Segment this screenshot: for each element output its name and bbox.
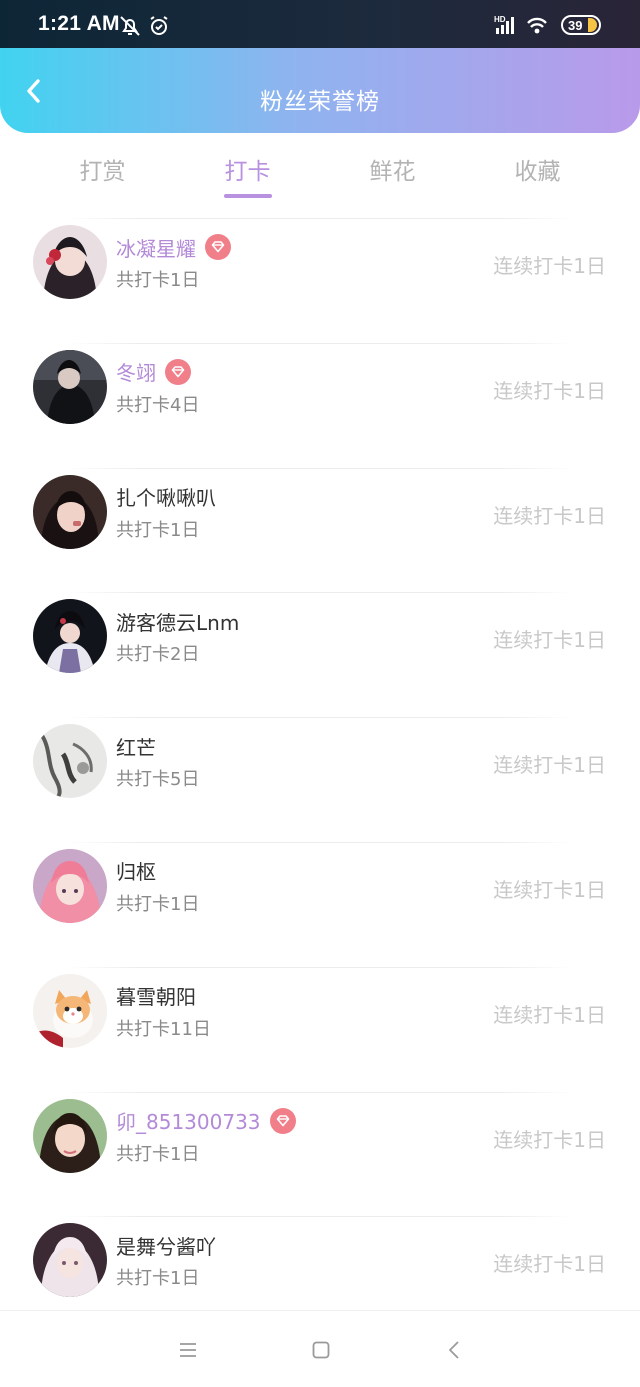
tab-label: 打卡 [224,159,271,185]
streak-text: 连续打卡1日 [493,753,606,778]
diamond-badge-icon [269,1107,296,1134]
tab-favorites[interactable]: 收藏 [465,140,610,204]
name-line: 扎个啾啾叭 [116,482,216,512]
hd-signal-icon: HD 39 [494,15,601,35]
total-checkin-text: 共打卡1日 [116,893,200,915]
divider [64,1216,576,1218]
svg-text:HD: HD [494,15,506,24]
tab-indicator [223,194,272,198]
streak-text: 连续打卡1日 [493,1002,606,1027]
tab-bar: 打赏 打卡 鲜花 收藏 [30,140,610,204]
divider [64,1091,576,1093]
tab-label: 鲜花 [369,159,416,185]
status-right-group: HD 39 [494,13,604,37]
user-name: 游客德云Lnm [116,610,240,635]
list-item[interactable]: 卯_851300733 共打卡1日 连续打卡1日 [0,1084,640,1209]
divider [64,966,576,968]
name-line: 卯_851300733 [116,1106,296,1136]
list-item[interactable]: 暮雪朝阳 共打卡11日 连续打卡1日 [0,959,640,1084]
total-checkin-text: 共打卡11日 [116,1018,211,1040]
total-checkin-text: 共打卡1日 [116,519,200,541]
battery-level: 39 [568,18,582,33]
avatar[interactable] [33,1098,107,1173]
avatar[interactable] [33,474,107,549]
list-item[interactable]: 扎个啾啾叭 共打卡1日 连续打卡1日 [0,460,640,585]
streak-text: 连续打卡1日 [493,877,606,902]
header: 1:21 AM HD 39 粉丝荣誉榜 [0,0,640,133]
avatar[interactable] [33,599,107,674]
tab-flowers[interactable]: 鲜花 [320,140,465,204]
divider [64,717,576,719]
total-checkin-text: 共打卡1日 [116,1268,200,1290]
user-name: 冬翊 [116,361,156,386]
tab-label: 收藏 [514,159,561,185]
user-name: 卯_851300733 [116,1110,261,1135]
avatar[interactable] [33,349,107,424]
streak-text: 连续打卡1日 [493,378,606,403]
streak-text: 连续打卡1日 [493,1252,606,1277]
total-checkin-text: 共打卡2日 [116,644,200,666]
total-checkin-text: 共打卡1日 [116,1143,200,1165]
tab-reward[interactable]: 打赏 [30,140,175,204]
user-name: 暮雪朝阳 [116,985,196,1010]
name-line: 冬翊 [116,357,191,387]
system-nav-bar [0,1310,640,1387]
total-checkin-text: 共打卡4日 [116,394,200,416]
alarm-icon [147,14,171,38]
avatar[interactable] [33,1223,107,1298]
list-item[interactable]: 红芒 共打卡5日 连续打卡1日 [0,709,640,834]
streak-text: 连续打卡1日 [493,1127,606,1152]
user-name: 是舞兮酱吖 [116,1234,216,1259]
divider [64,841,576,843]
page-title: 粉丝荣誉榜 [260,89,380,115]
avatar[interactable] [33,848,107,923]
name-line: 游客德云Lnm [116,606,239,636]
avatar[interactable] [33,225,107,299]
streak-text: 连续打卡1日 [493,503,606,528]
divider [64,218,576,219]
list-item[interactable]: 归枢 共打卡1日 连续打卡1日 [0,834,640,959]
status-time: 1:21 AM [38,12,120,35]
user-name: 扎个啾啾叭 [116,486,216,511]
status-bar: 1:21 AM HD 39 [0,0,640,48]
list-item[interactable]: 游客德云Lnm 共打卡2日 连续打卡1日 [0,584,640,709]
name-line: 暮雪朝阳 [116,981,196,1011]
bell-off-icon [118,14,142,38]
diamond-badge-icon [205,234,231,260]
total-checkin-text: 共打卡5日 [116,769,200,791]
divider [64,342,576,344]
total-checkin-text: 共打卡1日 [116,270,200,291]
back-triangle-icon[interactable] [444,1339,466,1361]
name-line: 是舞兮酱吖 [116,1230,216,1260]
name-line: 红芒 [116,731,156,761]
user-name: 冰凝星耀 [116,236,196,261]
nav-bar: 粉丝荣誉榜 [0,48,640,133]
fan-list: 冰凝星耀 共打卡1日 连续打卡1日 冬翊 共打卡4日 连续打卡1日 扎个啾啾叭 … [0,210,640,1333]
menu-icon[interactable] [177,1339,199,1361]
app-screen: 1:21 AM HD 39 粉丝荣誉榜 打赏 打卡 鲜花 收藏 冰凝星耀 共打卡… [0,0,640,1387]
avatar[interactable] [33,724,107,799]
home-square-icon[interactable] [310,1339,332,1361]
divider [64,592,576,594]
name-line: 归枢 [116,856,156,886]
divider [64,467,576,469]
avatar[interactable] [33,973,107,1048]
user-name: 红芒 [116,735,156,760]
diamond-badge-icon [165,358,191,385]
tab-label: 打赏 [79,159,126,185]
streak-text: 连续打卡1日 [493,254,606,278]
user-name: 归枢 [116,860,156,885]
streak-text: 连续打卡1日 [493,628,606,653]
list-item[interactable]: 冬翊 共打卡4日 连续打卡1日 [0,335,640,460]
list-item[interactable]: 冰凝星耀 共打卡1日 连续打卡1日 [0,210,640,335]
tab-checkin[interactable]: 打卡 [175,140,320,204]
name-line: 冰凝星耀 [116,232,231,262]
